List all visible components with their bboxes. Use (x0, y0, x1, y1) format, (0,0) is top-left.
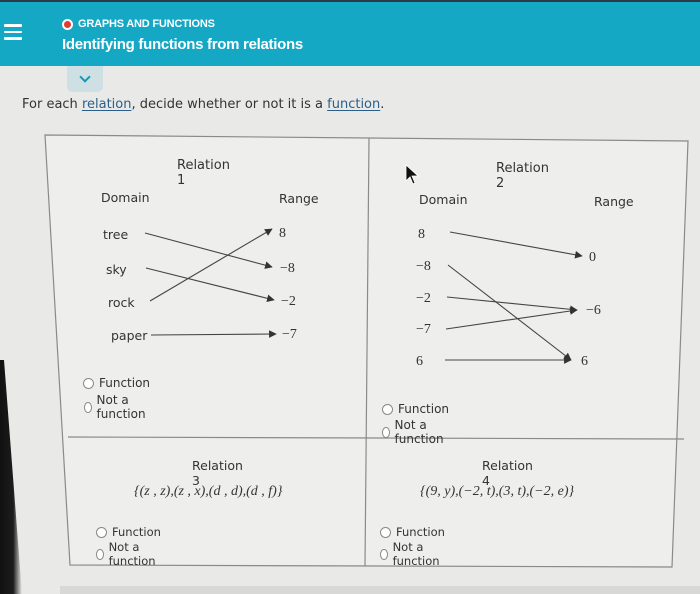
option-label: Function (99, 376, 151, 390)
relation-2-domain-item: 8 (418, 227, 425, 242)
mouse-cursor-icon (405, 164, 420, 185)
instruction-middle: , decide whether or not it is a (131, 97, 328, 112)
instruction-suffix: . (380, 97, 385, 112)
relation-1-domain-item: rock (108, 295, 135, 310)
relation-link[interactable]: relation (82, 97, 132, 112)
option-label: Not a function (394, 418, 444, 446)
relation-3-set: {(z , z),(z , x),(d , d),(d , f)} (134, 484, 283, 499)
radio-button[interactable] (84, 401, 92, 413)
relation-1-mapping-arrow (149, 228, 273, 302)
relation-2-title: Relation 2 (496, 161, 549, 191)
radio-button[interactable] (380, 526, 391, 538)
instruction-prefix: For each (22, 97, 82, 112)
relation-2-range-label: Range (594, 194, 634, 209)
option-label: Function (112, 525, 161, 539)
relation-1-domain-item: sky (106, 262, 127, 277)
relation-1-mapping-arrow (145, 267, 275, 303)
relations-grid (44, 134, 689, 568)
grid-divider-horizontal (67, 436, 685, 440)
bottom-toolbar (60, 586, 700, 594)
radio-button[interactable] (96, 548, 104, 560)
relation-1-range-item: 8 (279, 226, 286, 241)
option-label: Not a function (96, 393, 146, 421)
relation-2-domain-item: −2 (416, 291, 431, 306)
relation-4-set: {(9, y),(−2, t),(3, t),(−2, e)} (420, 484, 575, 499)
relation-3-option-function[interactable]: Function (96, 525, 161, 539)
relation-2-range-item: 0 (589, 250, 596, 265)
relation-4-option-not-function[interactable]: Not a function (380, 540, 443, 568)
collapse-header-button[interactable] (67, 66, 103, 92)
radio-button[interactable] (380, 548, 388, 560)
relation-2-range-item: 6 (581, 354, 588, 369)
relation-1-range-item: −2 (281, 294, 296, 309)
relation-2-domain-item: −8 (416, 259, 431, 274)
relation-2-mapping-arrow (446, 296, 578, 314)
chevron-down-icon (79, 71, 91, 83)
relation-2-option-function[interactable]: Function (382, 402, 449, 416)
page-title: Identifying functions from relations (62, 36, 303, 53)
relation-2-option-not-function[interactable]: Not a function (382, 418, 447, 446)
function-link[interactable]: function (327, 97, 380, 112)
radio-button[interactable] (382, 403, 393, 415)
relation-2-domain-item: −7 (416, 322, 431, 337)
relation-1-range-item: −8 (280, 261, 295, 276)
radio-button[interactable] (96, 526, 107, 538)
breadcrumb: GRAPHS AND FUNCTIONS (62, 16, 215, 32)
relation-1-range-item: −7 (282, 327, 297, 342)
relation-1-domain-label: Domain (101, 190, 150, 205)
relation-1-mapping-arrow (150, 330, 277, 338)
instruction-text: For each relation, decide whether or not… (22, 97, 384, 112)
grid-divider-vertical (364, 137, 370, 567)
relation-1-option-function[interactable]: Function (83, 376, 150, 390)
hamburger-menu-icon[interactable] (4, 24, 22, 40)
breadcrumb-topic: GRAPHS AND FUNCTIONS (78, 18, 215, 30)
relation-2-domain-label: Domain (419, 192, 468, 207)
option-label: Not a function (108, 540, 156, 568)
relation-1-title: Relation 1 (177, 158, 230, 188)
relation-2-mapping-arrow (449, 231, 583, 259)
relation-4-option-function[interactable]: Function (380, 525, 445, 539)
status-dot-icon (62, 18, 73, 30)
relation-2-range-item: −6 (586, 303, 601, 318)
relation-1-mapping-arrow (144, 232, 273, 269)
relation-1-domain-item: tree (103, 227, 129, 242)
option-label: Function (398, 402, 450, 416)
mapping-arrows (144, 228, 583, 364)
header-bar: GRAPHS AND FUNCTIONS Identifying functio… (0, 0, 700, 66)
relation-1-domain-item: paper (111, 328, 148, 343)
relation-2-mapping-arrow (445, 307, 578, 330)
relation-1-range-label: Range (279, 191, 319, 206)
screen: GRAPHS AND FUNCTIONS Identifying functio… (0, 0, 700, 594)
relation-1-option-not-function[interactable]: Not a function (84, 393, 149, 421)
radio-button[interactable] (83, 377, 94, 389)
option-label: Not a function (392, 540, 440, 568)
option-label: Function (396, 525, 445, 539)
relation-2-mapping-arrow (447, 264, 572, 361)
relation-3-option-not-function[interactable]: Not a function (96, 540, 159, 568)
relation-2-domain-item: 6 (416, 354, 423, 369)
radio-button[interactable] (382, 426, 390, 438)
